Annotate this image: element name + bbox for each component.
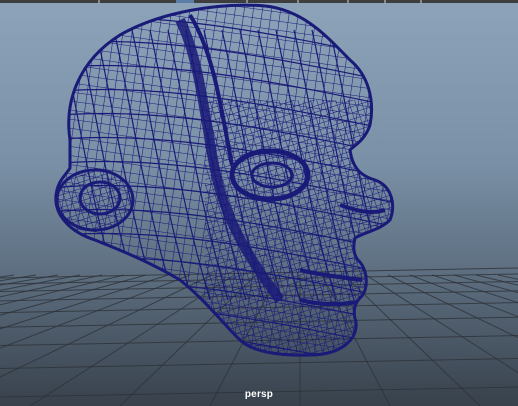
head-wireframe-mesh[interactable] — [50, 3, 405, 372]
camera-name-label: persp — [244, 389, 274, 400]
scene-canvas[interactable] — [0, 0, 518, 406]
viewport-persp[interactable]: persp — [0, 0, 518, 406]
